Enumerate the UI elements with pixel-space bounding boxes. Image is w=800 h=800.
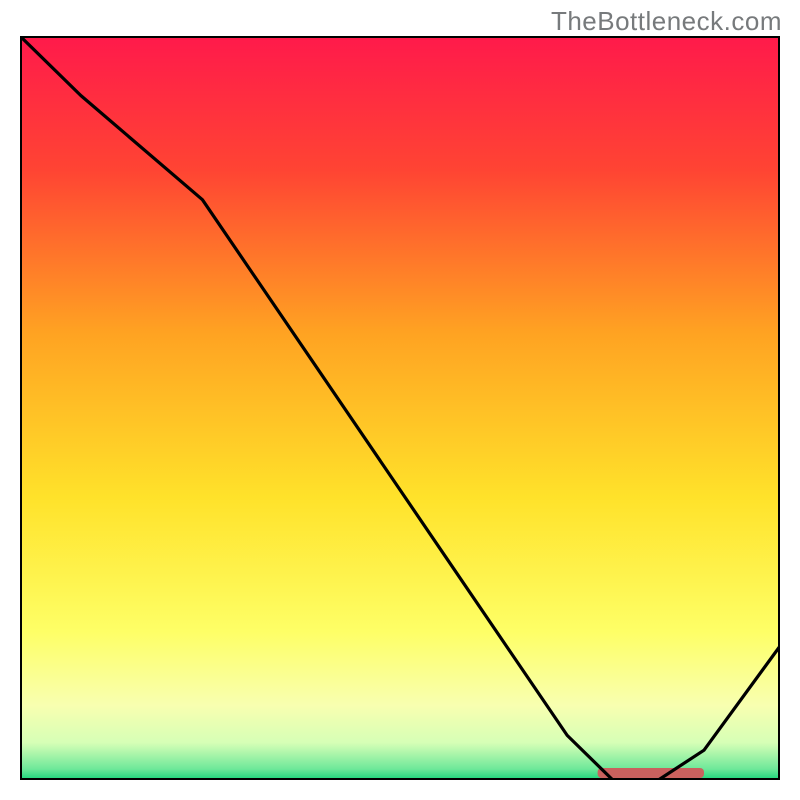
chart-svg xyxy=(20,36,780,780)
watermark-label: TheBottleneck.com xyxy=(551,6,782,37)
bottleneck-plot xyxy=(20,36,780,780)
gradient-background xyxy=(20,36,780,780)
chart-stage: TheBottleneck.com xyxy=(0,0,800,800)
optimal-range-marker xyxy=(598,768,704,778)
